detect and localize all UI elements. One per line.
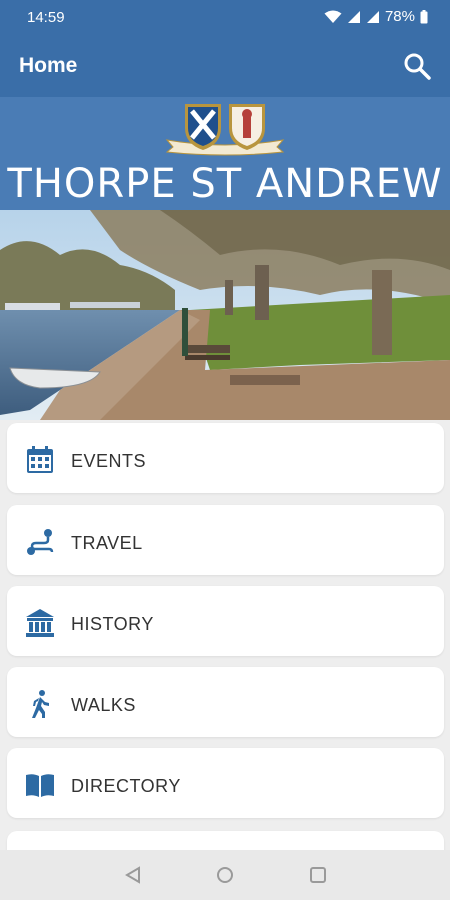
menu-item-label: DIRECTORY	[71, 776, 181, 796]
menu-item-travel[interactable]: TRAVEL	[7, 505, 444, 575]
menu-item-label: HISTORY	[71, 614, 154, 634]
main-menu: EVENTS TRAVEL HISTORY WALKS DIRECTORY	[0, 420, 450, 850]
battery-icon	[420, 9, 428, 23]
menu-item-label: WALKS	[71, 695, 136, 715]
menu-item-partial[interactable]	[7, 831, 444, 850]
battery-percent: 78%	[384, 8, 415, 25]
home-icon[interactable]	[215, 865, 235, 885]
calendar-icon	[27, 446, 53, 473]
search-icon[interactable]	[402, 51, 432, 81]
walking-icon	[32, 690, 49, 718]
back-icon[interactable]	[123, 865, 143, 885]
page-title: Home	[19, 54, 78, 77]
crest-icon	[165, 104, 285, 156]
menu-item-label: TRAVEL	[71, 533, 143, 553]
route-icon	[27, 529, 54, 555]
museum-icon	[26, 609, 54, 637]
menu-item-events[interactable]: EVENTS	[7, 423, 444, 493]
wifi-icon	[324, 10, 342, 23]
signal-icon	[347, 10, 360, 23]
menu-item-label: EVENTS	[71, 451, 147, 471]
town-banner: THORPE ST ANDREW	[0, 97, 450, 210]
signal-icon-2	[366, 10, 379, 23]
app-bar: Home	[0, 35, 450, 97]
recents-icon[interactable]	[308, 865, 328, 885]
riverside-photo	[0, 210, 450, 420]
menu-item-history[interactable]: HISTORY	[7, 586, 444, 656]
town-name: THORPE ST ANDREW	[7, 161, 443, 207]
system-nav-bar	[0, 850, 450, 900]
status-bar: 14:59 78%	[0, 0, 450, 35]
menu-item-walks[interactable]: WALKS	[7, 667, 444, 737]
menu-item-directory[interactable]: DIRECTORY	[7, 748, 444, 818]
status-icons: 78%	[324, 8, 428, 25]
status-time: 14:59	[27, 9, 65, 26]
book-icon	[26, 774, 54, 797]
